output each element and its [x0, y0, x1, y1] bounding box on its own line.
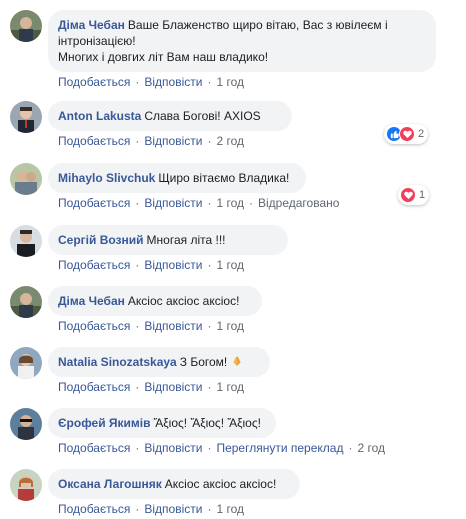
- comment-text: Слава Богові! AXIOS: [144, 109, 261, 123]
- like-link[interactable]: Подобається: [58, 134, 130, 148]
- like-link[interactable]: Подобається: [58, 319, 130, 333]
- comment-time[interactable]: 1 год: [216, 258, 244, 272]
- reaction-count: 2: [418, 128, 425, 140]
- like-link[interactable]: Подобається: [58, 441, 130, 455]
- separator-dot: ·: [207, 258, 212, 272]
- reply-link[interactable]: Відповісти: [144, 196, 202, 210]
- comment-author[interactable]: Єрофей Якимів: [58, 416, 151, 430]
- avatar[interactable]: [10, 347, 42, 379]
- reply-link[interactable]: Відповісти: [144, 441, 202, 455]
- separator-dot: ·: [207, 196, 212, 210]
- comment-text: Ἄξιος! Ἄξιος! Ἄξιος!: [153, 416, 261, 430]
- separator-dot: ·: [207, 134, 212, 148]
- comment-text: З Богом!: [179, 355, 228, 369]
- reply-link[interactable]: Відповісти: [144, 380, 202, 394]
- separator-dot: ·: [249, 196, 253, 210]
- love-icon: [399, 126, 415, 142]
- comment-actions: Подобається · Відповісти · 1 год: [58, 257, 244, 273]
- separator-dot: ·: [207, 502, 212, 516]
- comment-bubble: Єрофей Якимів Ἄξιος! Ἄξιος! Ἄξιος!: [48, 408, 276, 438]
- comment-bubble: Діма Чебан Ваше Блаженство щиро вітаю, Ва…: [48, 10, 436, 72]
- comment-time[interactable]: 1 год: [216, 502, 244, 516]
- comment-text: Аксіос аксіос аксіос!: [164, 477, 277, 491]
- comment-thread: Діма Чебан Ваше Блаженство щиро вітаю, Ва…: [0, 0, 466, 519]
- separator-dot: ·: [135, 258, 140, 272]
- comment-actions: Подобається · Відповісти · 1 год · Відредагова…: [58, 195, 339, 211]
- comment-bubble: Anton Lakusta Слава Богові! AXIOS: [48, 101, 292, 131]
- comment-bubble: Діма Чебан Аксіос аксіос аксіос!: [48, 286, 262, 316]
- avatar[interactable]: [10, 286, 42, 318]
- comment-time[interactable]: 1 год: [216, 196, 244, 210]
- comment-author[interactable]: Оксана Лагошняк: [58, 477, 162, 491]
- separator-dot: ·: [135, 502, 140, 516]
- comment-time[interactable]: 1 год: [216, 380, 244, 394]
- comment-time[interactable]: 1 год: [216, 319, 244, 333]
- like-link[interactable]: Подобається: [58, 502, 130, 516]
- comment-text: Многая літа !!!: [146, 233, 226, 247]
- avatar[interactable]: [10, 10, 42, 42]
- comment-text: Щиро вітаємо Владика!: [158, 171, 290, 185]
- reaction-count: 1: [419, 189, 426, 201]
- see-translation-link[interactable]: Переглянути переклад: [216, 441, 343, 455]
- comment-bubble: Сергій Возний Многая літа !!!: [48, 225, 288, 255]
- comment-author[interactable]: Діма Чебан: [58, 294, 125, 308]
- comment-author[interactable]: Діма Чебан: [58, 18, 125, 32]
- comment-actions: Подобається · Відповісти · 2 год: [58, 133, 244, 149]
- comment-time[interactable]: 2 год: [357, 441, 385, 455]
- like-link[interactable]: Подобається: [58, 258, 130, 272]
- avatar[interactable]: [10, 469, 42, 501]
- separator-dot: ·: [135, 134, 140, 148]
- avatar[interactable]: [10, 163, 42, 195]
- separator-dot: ·: [135, 441, 140, 455]
- comment-actions: Подобається · Відповісти · 1 год: [58, 318, 244, 334]
- comment-author[interactable]: Natalia Sinozatskaya: [58, 355, 177, 369]
- comment-time[interactable]: 1 год: [216, 75, 244, 89]
- separator-dot: ·: [135, 319, 140, 333]
- reply-link[interactable]: Відповісти: [144, 502, 202, 516]
- comment-bubble: Natalia Sinozatskaya З Богом!: [48, 347, 270, 377]
- separator-dot: ·: [207, 75, 212, 89]
- avatar[interactable]: [10, 101, 42, 133]
- separator-dot: ·: [207, 441, 212, 455]
- reaction-summary[interactable]: 2: [384, 124, 429, 144]
- comment-text: Аксіос аксіос аксіос!: [127, 294, 240, 308]
- avatar[interactable]: [10, 225, 42, 257]
- comment-actions: Подобається · Відповісти · 1 год: [58, 501, 244, 517]
- comment-bubble: Mihaylo Slivchuk Щиро вітаємо Владика!: [48, 163, 306, 193]
- comment-author[interactable]: Сергій Возний: [58, 233, 144, 247]
- like-link[interactable]: Подобається: [58, 196, 130, 210]
- edited-label[interactable]: Відредаговано: [258, 196, 339, 210]
- separator-dot: ·: [135, 380, 140, 394]
- reply-link[interactable]: Відповісти: [144, 75, 202, 89]
- love-icon: [400, 187, 416, 203]
- separator-dot: ·: [348, 441, 353, 455]
- comment-author[interactable]: Anton Lakusta: [58, 109, 141, 123]
- separator-dot: ·: [207, 319, 212, 333]
- comment-time[interactable]: 2 год: [216, 134, 244, 148]
- comment-actions: Подобається · Відповісти · 1 год: [58, 379, 244, 395]
- like-link[interactable]: Подобається: [58, 75, 130, 89]
- like-link[interactable]: Подобається: [58, 380, 130, 394]
- comment-bubble: Оксана Лагошняк Аксіос аксіос аксіос!: [48, 469, 300, 499]
- separator-dot: ·: [135, 196, 140, 210]
- reaction-summary[interactable]: 1: [398, 185, 430, 205]
- praying-hands-emoji: [231, 355, 243, 367]
- comment-actions: Подобається · Відповісти · 1 год: [58, 74, 244, 90]
- comment-actions: Подобається · Відповісти · Переглянути перек…: [58, 440, 385, 456]
- avatar[interactable]: [10, 408, 42, 440]
- reply-link[interactable]: Відповісти: [144, 319, 202, 333]
- comment-author[interactable]: Mihaylo Slivchuk: [58, 171, 155, 185]
- separator-dot: ·: [207, 380, 212, 394]
- separator-dot: ·: [135, 75, 140, 89]
- reply-link[interactable]: Відповісти: [144, 134, 202, 148]
- reply-link[interactable]: Відповісти: [144, 258, 202, 272]
